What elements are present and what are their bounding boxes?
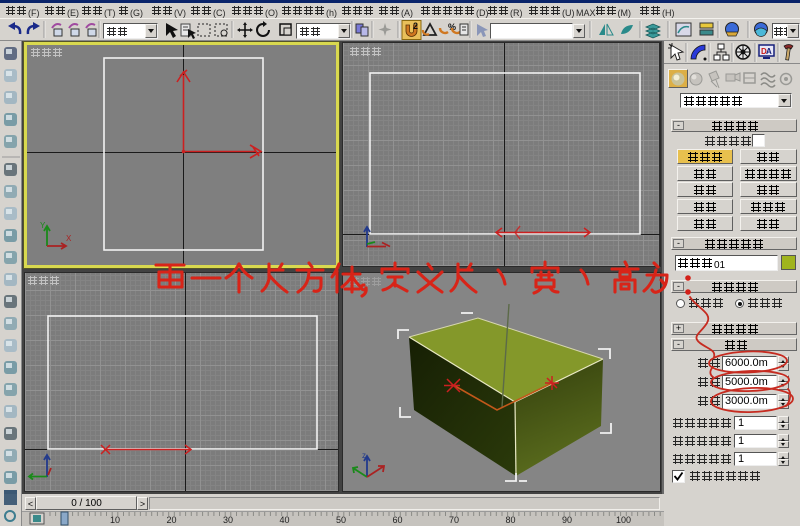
svg-text:100: 100 <box>616 515 631 525</box>
svg-text:60: 60 <box>392 515 402 525</box>
svg-text:70: 70 <box>449 515 459 525</box>
svg-text:90: 90 <box>562 515 572 525</box>
svg-text:50: 50 <box>336 515 346 525</box>
svg-text:40: 40 <box>279 515 289 525</box>
svg-text:80: 80 <box>505 515 515 525</box>
svg-text:A: A <box>766 47 772 56</box>
svg-text:10: 10 <box>110 515 120 525</box>
svg-text:30: 30 <box>223 515 233 525</box>
svg-text:2: 2 <box>413 21 418 31</box>
svg-text:20: 20 <box>166 515 176 525</box>
